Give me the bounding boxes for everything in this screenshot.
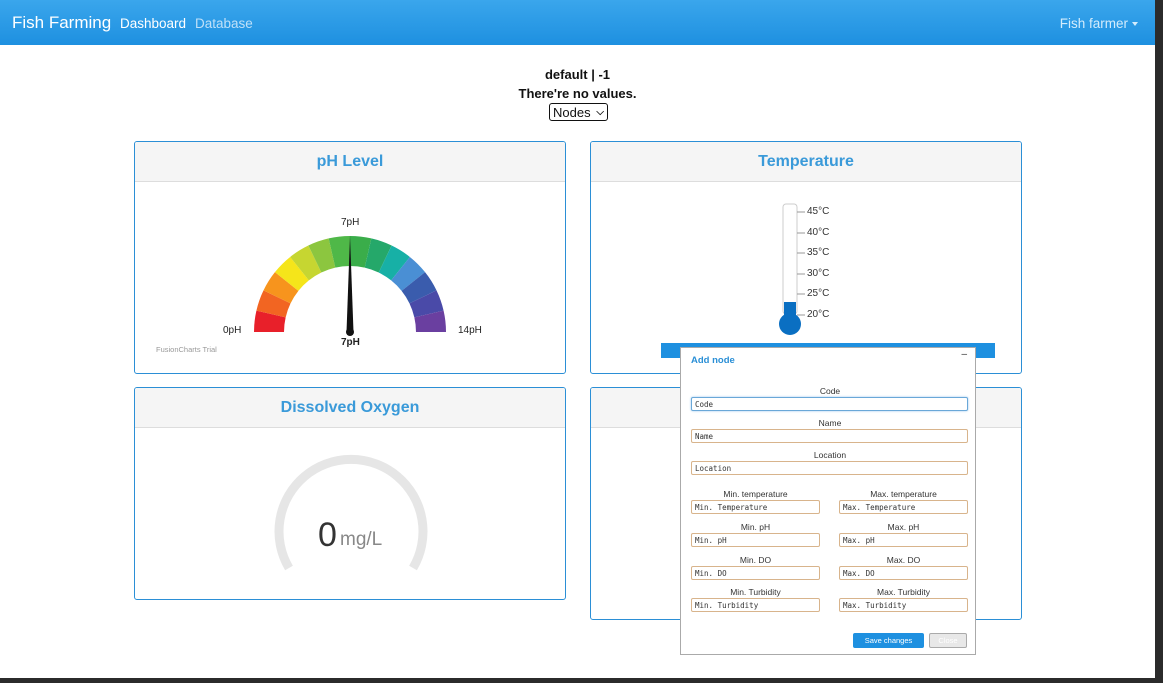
node-info: default | -1 — [544, 67, 611, 82]
min-temperature-label: Min. temperature — [723, 489, 788, 499]
close-button[interactable]: Close — [929, 633, 967, 648]
min-temperature-input[interactable]: Min. Temperature — [691, 500, 820, 514]
add-node-modal: Add node – Code Code Name Name Location … — [680, 347, 976, 655]
min-turbidity-input[interactable]: Min. Turbidity — [691, 598, 820, 612]
min-do-label: Min. DO — [739, 555, 772, 565]
temp-tick-label: 30°C — [807, 268, 830, 279]
temperature-card: Temperature 45°C 40°C 35°C 30°C 25°C 20°… — [590, 141, 1022, 374]
no-values-message: There're no values. — [518, 86, 637, 101]
min-ph-input[interactable]: Min. pH — [691, 533, 820, 547]
min-do-input[interactable]: Min. DO — [691, 566, 820, 580]
temp-tick-label: 20°C — [807, 309, 830, 320]
ph-min-label: 0pH — [223, 325, 242, 336]
temp-tick-label: 25°C — [807, 288, 830, 299]
ph-card: pH Level 7pH 0pH 14pH 7pH FusionCharts T… — [134, 141, 566, 374]
dissolved-oxygen-card-title: Dissolved Oxygen — [135, 388, 565, 428]
user-menu[interactable]: Fish farmer — [1060, 16, 1138, 31]
temp-tick-label: 35°C — [807, 247, 830, 258]
location-input[interactable]: Location — [691, 461, 968, 475]
app-window: Fish Farming Dashboard Database Fish far… — [0, 0, 1155, 678]
temperature-card-title: Temperature — [591, 142, 1021, 182]
max-do-label: Max. DO — [886, 555, 921, 565]
navbar: Fish Farming Dashboard Database Fish far… — [0, 0, 1155, 45]
close-icon[interactable]: – — [961, 349, 967, 360]
save-changes-button[interactable]: Save changes — [853, 633, 924, 648]
nav-link-dashboard[interactable]: Dashboard — [120, 16, 186, 31]
ph-top-label: 7pH — [341, 217, 360, 228]
ph-max-label: 14pH — [458, 325, 482, 336]
gauge-needle-hub — [346, 328, 354, 336]
nodes-select-value: Nodes — [553, 105, 591, 120]
name-label: Name — [818, 418, 842, 428]
nodes-select[interactable]: Nodes ⌵ — [549, 103, 608, 121]
modal-title: Add node — [691, 355, 735, 366]
max-turbidity-label: Max. Turbidity — [877, 587, 930, 597]
max-temperature-label: Max. temperature — [870, 489, 937, 499]
nav-link-database[interactable]: Database — [195, 16, 253, 31]
max-ph-input[interactable]: Max. pH — [839, 533, 968, 547]
temp-tick-label: 45°C — [807, 206, 830, 217]
brand-logo[interactable]: Fish Farming — [12, 13, 111, 33]
max-ph-label: Max. pH — [887, 522, 920, 532]
temp-tick-label: 40°C — [807, 227, 830, 238]
location-label: Location — [813, 450, 847, 460]
max-do-input[interactable]: Max. DO — [839, 566, 968, 580]
chevron-down-icon: ⌵ — [596, 107, 604, 118]
user-menu-label: Fish farmer — [1059, 16, 1128, 31]
max-turbidity-input[interactable]: Max. Turbidity — [839, 598, 968, 612]
max-temperature-input[interactable]: Max. Temperature — [839, 500, 968, 514]
code-input[interactable]: Code — [691, 397, 968, 411]
ph-card-title: pH Level — [135, 142, 565, 182]
ph-value-label: 7pH — [341, 337, 360, 348]
name-input[interactable]: Name — [691, 429, 968, 443]
code-label: Code — [819, 386, 841, 396]
dissolved-oxygen-card: Dissolved Oxygen 0 mg/L — [134, 387, 566, 600]
caret-down-icon — [1132, 22, 1138, 27]
min-ph-label: Min. pH — [740, 522, 771, 532]
do-value: 0 — [318, 516, 337, 554]
fusioncharts-trial-watermark: FusionCharts Trial — [156, 345, 217, 354]
do-unit: mg/L — [340, 529, 383, 550]
do-gauge-arc — [274, 454, 428, 571]
min-turbidity-label: Min. Turbidity — [730, 587, 781, 597]
